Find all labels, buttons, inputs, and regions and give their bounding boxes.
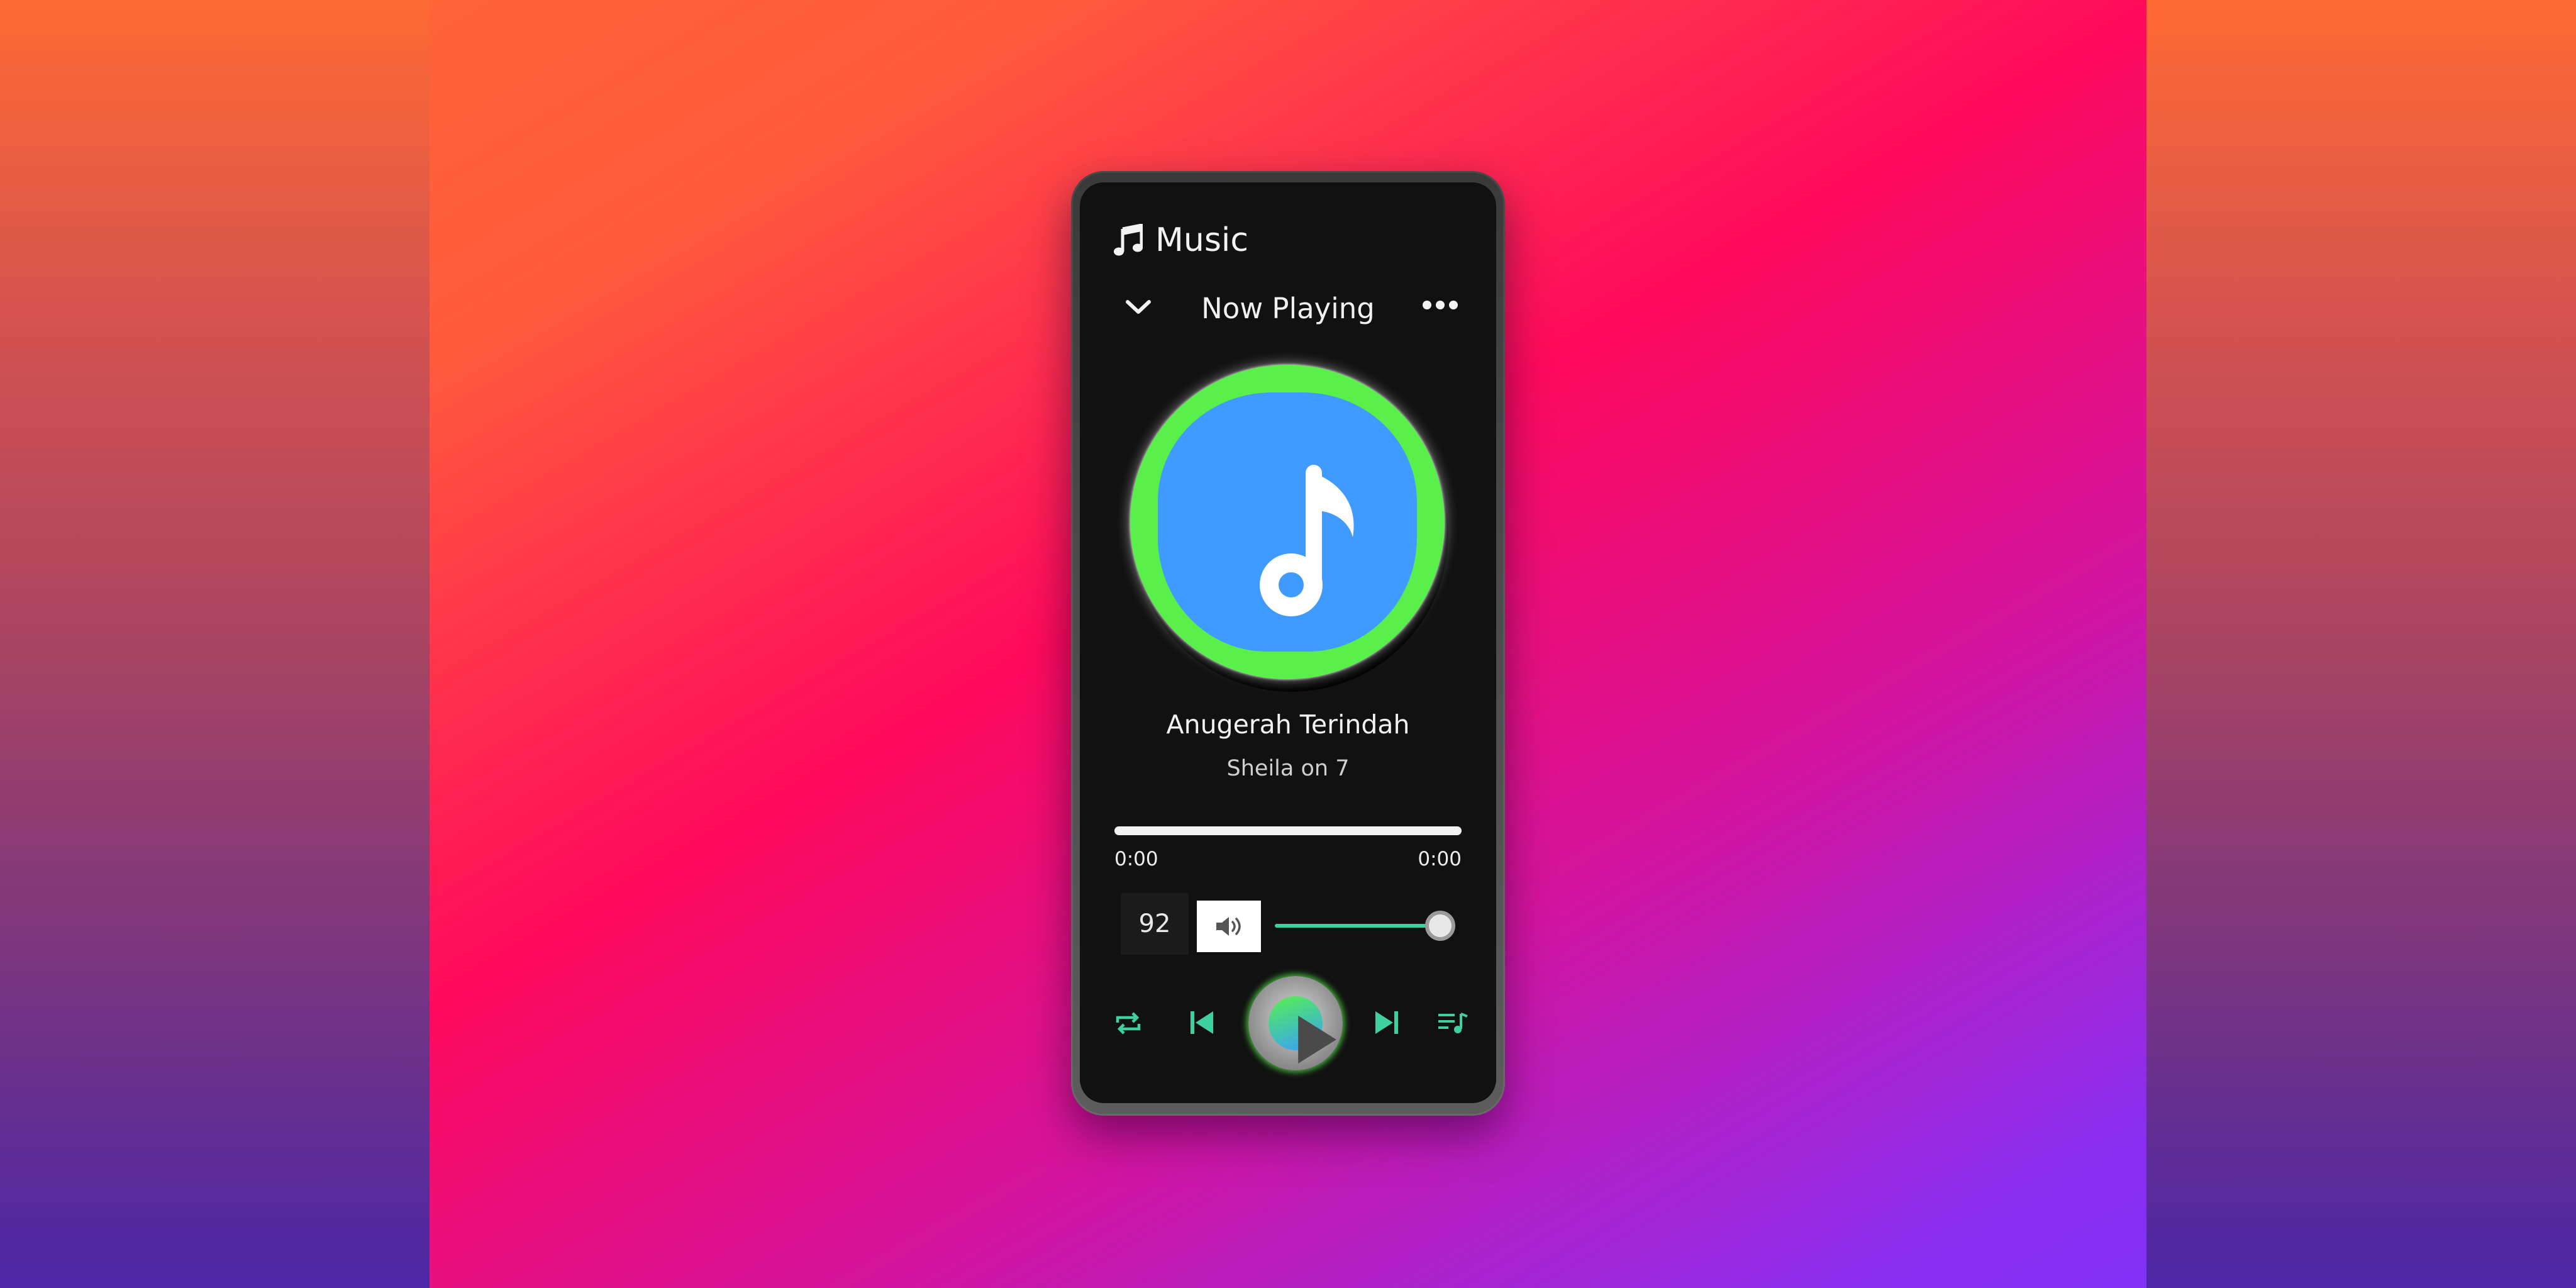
play-icon: [1298, 1016, 1336, 1063]
background-right-panel: [2146, 0, 2576, 1288]
app-title: Music: [1155, 221, 1248, 259]
playback-controls: [1080, 976, 1496, 1070]
track-title: Anugerah Terindah: [1166, 709, 1410, 740]
music-note-icon: [1114, 224, 1143, 256]
album-art-tile: [1158, 392, 1417, 652]
skip-next-icon: [1375, 1011, 1398, 1034]
total-time: 0:00: [1418, 848, 1462, 870]
queue-music-icon: [1438, 1013, 1468, 1033]
play-button[interactable]: [1248, 976, 1343, 1070]
repeat-icon: [1116, 1012, 1141, 1035]
volume-thumb[interactable]: [1425, 911, 1456, 941]
music-note-icon: [1260, 465, 1354, 616]
app-header: Music: [1114, 221, 1248, 259]
play-button-core: [1269, 996, 1336, 1063]
album-art: [1130, 365, 1448, 692]
queue-button[interactable]: [1437, 1011, 1468, 1035]
phone-frame: Music Now Playing Anugerah Terindah Shei…: [1071, 171, 1505, 1116]
mute-button[interactable]: [1197, 901, 1261, 952]
skip-previous-icon: [1191, 1011, 1213, 1034]
player-screen: Music Now Playing Anugerah Terindah Shei…: [1080, 182, 1496, 1103]
repeat-button[interactable]: [1114, 1010, 1143, 1036]
background-left-panel: [0, 0, 430, 1288]
volume-slider[interactable]: [1275, 911, 1456, 941]
current-time: 0:00: [1114, 848, 1158, 870]
volume-value: 92: [1121, 893, 1189, 955]
progress-bar[interactable]: [1114, 826, 1462, 835]
track-artist: Sheila on 7: [1226, 756, 1350, 781]
next-button[interactable]: [1373, 1009, 1401, 1036]
now-playing-bar: Now Playing: [1080, 288, 1496, 332]
volume-icon: [1216, 917, 1241, 936]
previous-button[interactable]: [1188, 1009, 1216, 1036]
more-horizontal-icon[interactable]: [1422, 298, 1458, 312]
